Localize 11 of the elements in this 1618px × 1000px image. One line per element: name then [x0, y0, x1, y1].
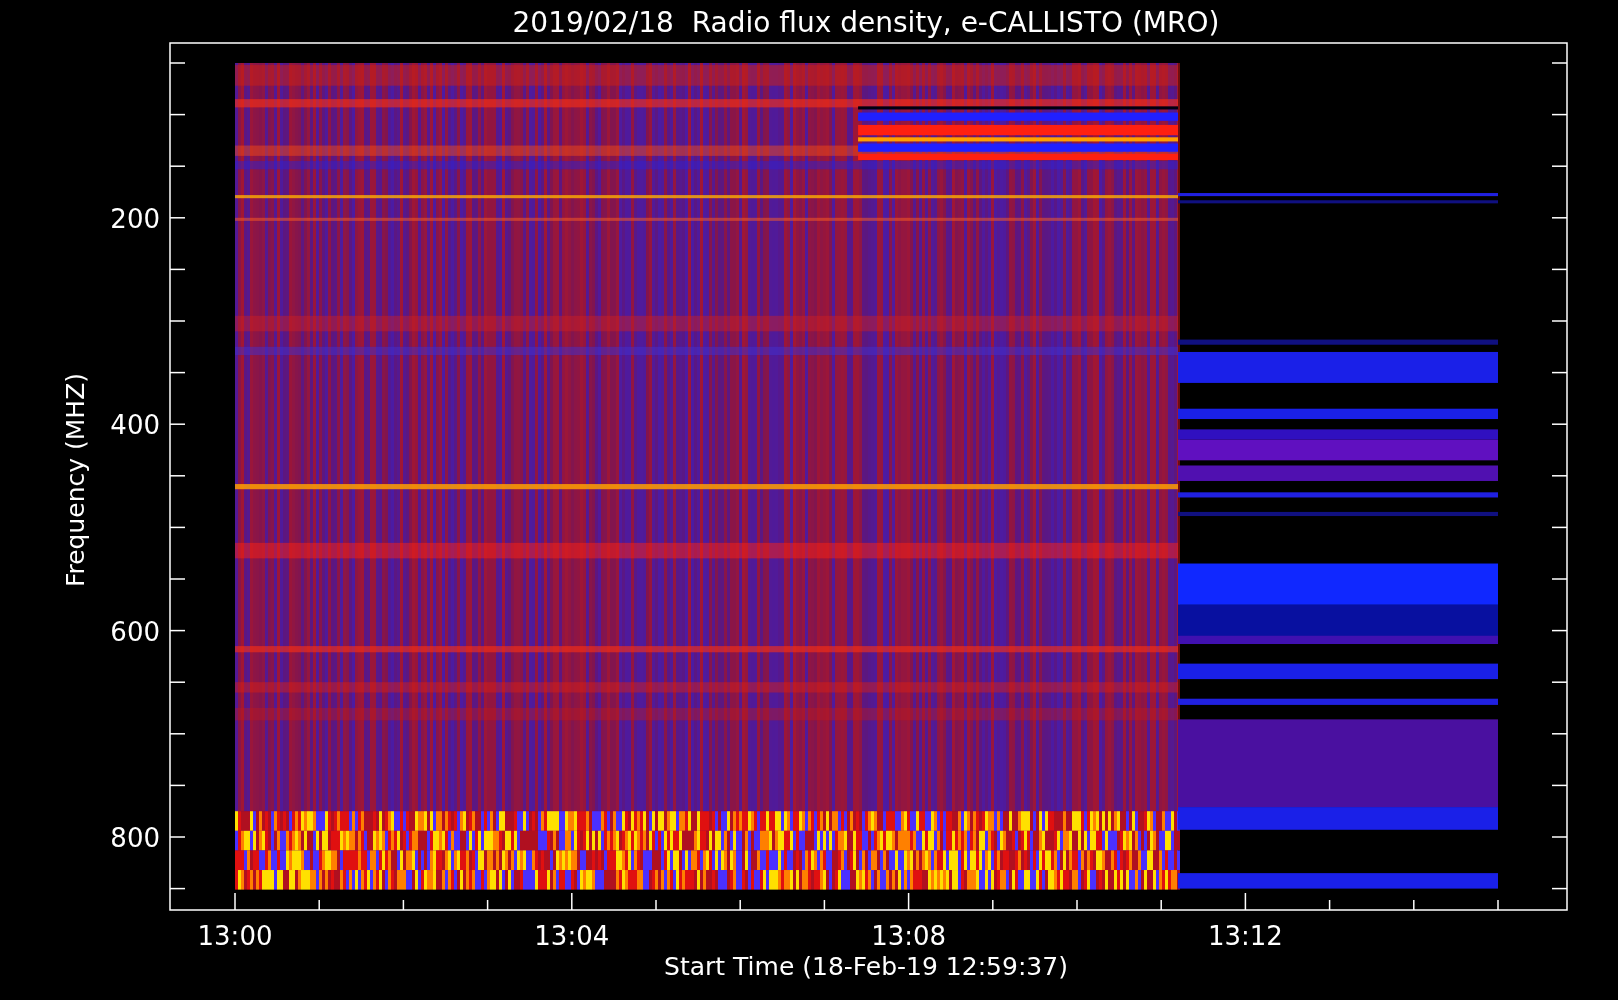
tick-label: 800: [110, 823, 160, 853]
tick-label: 13:00: [197, 921, 273, 951]
tick-label: 600: [110, 616, 160, 647]
chart-title: 2019/02/18 Radio flux density, e-CALLISTO (MRO): [512, 6, 1220, 39]
tick-label: 13:08: [871, 921, 947, 951]
x-axis-label: Start Time (18-Feb-19 12:59:37): [664, 952, 1068, 981]
tick-label: 400: [110, 410, 160, 441]
tick-label: 13:12: [1207, 921, 1283, 951]
tick-label: 200: [110, 203, 160, 234]
y-axis-label: Frequency (MHZ): [61, 372, 90, 588]
tick-label: 13:04: [534, 921, 610, 951]
